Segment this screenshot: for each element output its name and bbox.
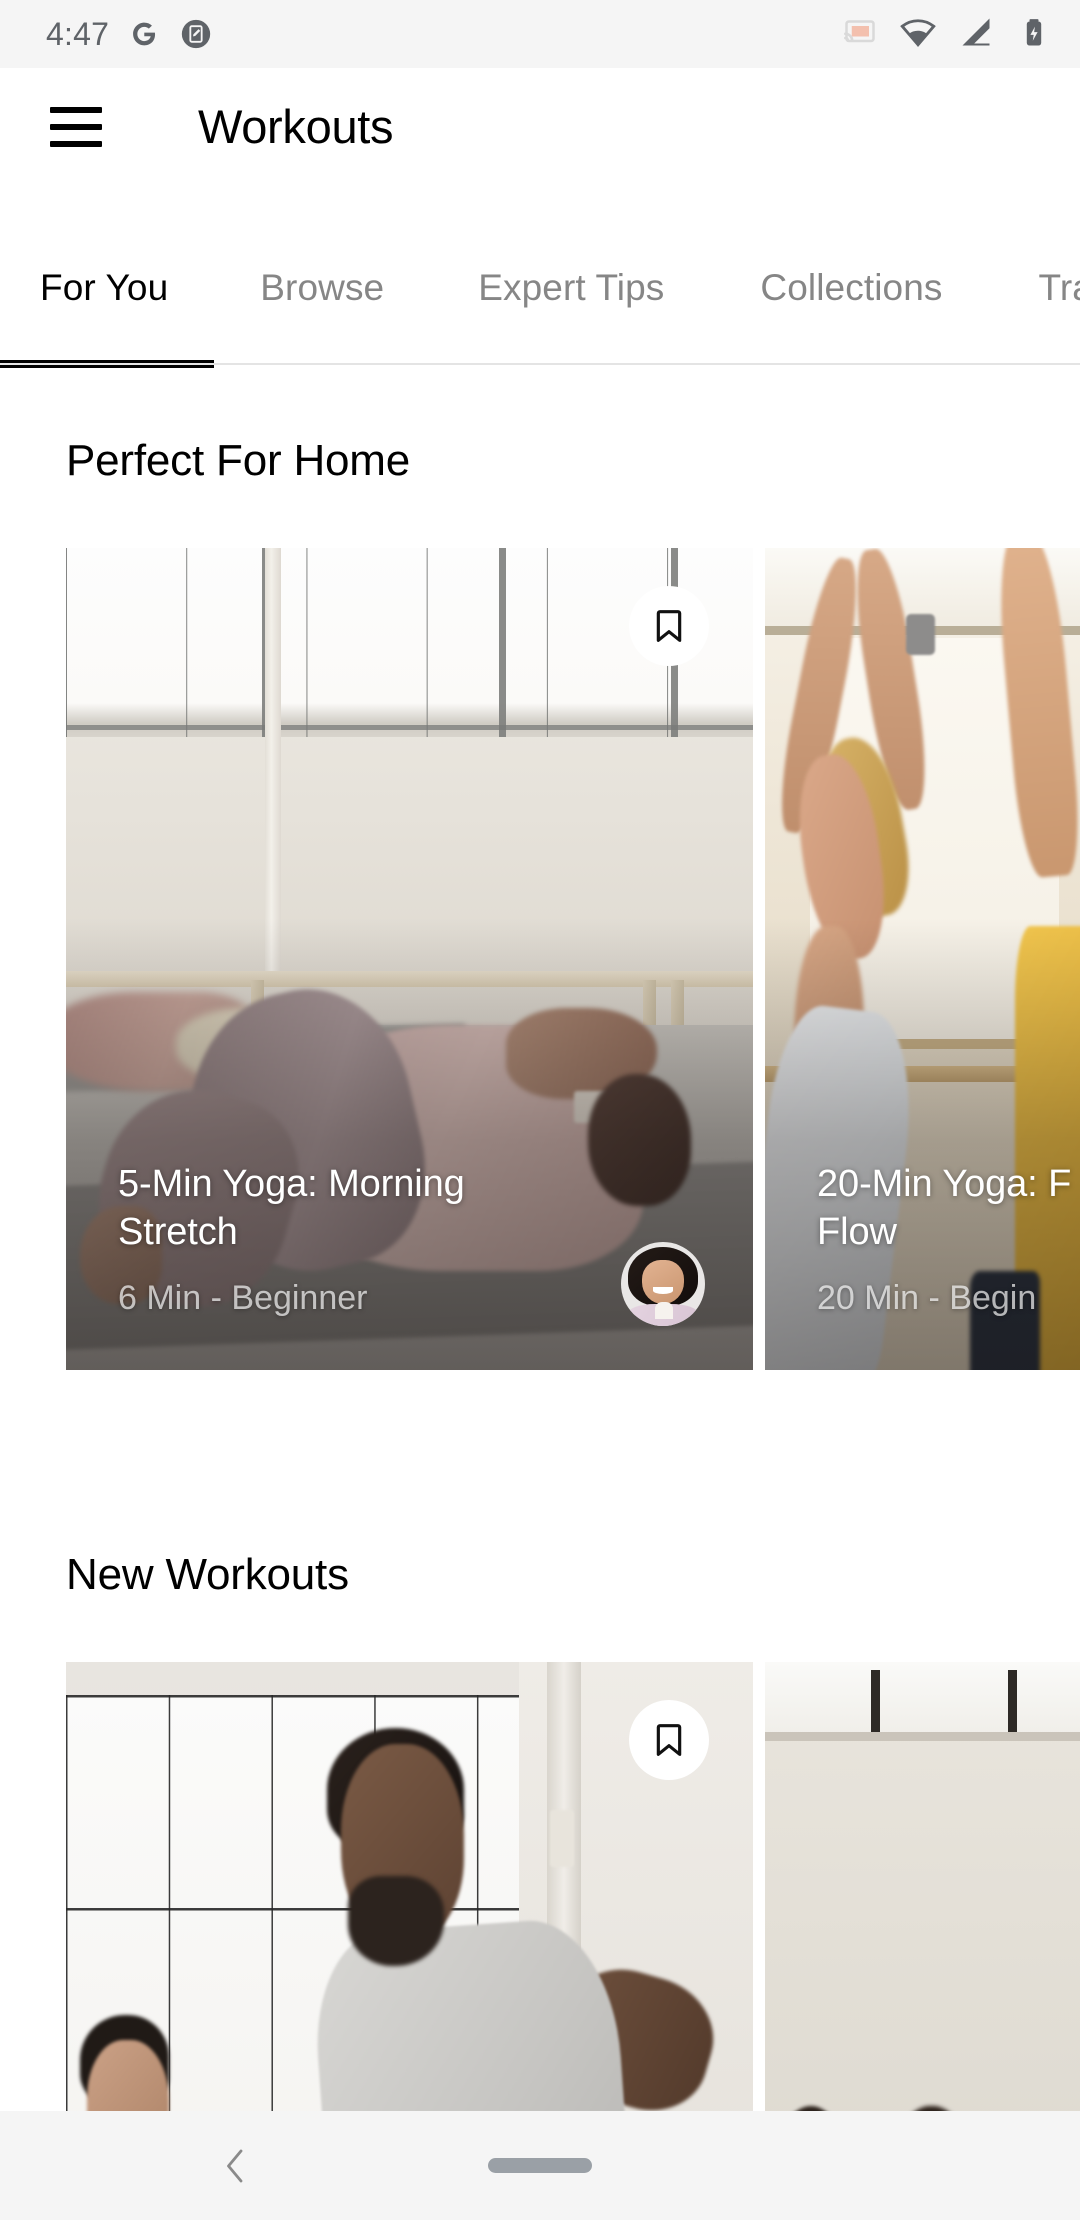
tab-label: Expert Tips bbox=[478, 267, 665, 308]
page-title: Workouts bbox=[198, 100, 394, 153]
workout-meta: 6 Min - Beginner bbox=[118, 1279, 368, 1317]
workout-card[interactable] bbox=[765, 1662, 1080, 2111]
bookmark-icon[interactable] bbox=[629, 1700, 709, 1780]
hamburger-line bbox=[50, 106, 102, 113]
tab-strip: For You Browse Expert Tips Collections Train… bbox=[0, 185, 1080, 368]
workout-card[interactable]: 20-Min Yoga: F Flow 20 Min - Begin bbox=[765, 548, 1080, 1370]
hamburger-line bbox=[50, 140, 102, 147]
workout-card-text: 5-Min Yoga: Morning Stretch 6 Min - Begi… bbox=[118, 1160, 701, 1318]
google-icon bbox=[127, 17, 161, 51]
app-bar: Workouts bbox=[0, 68, 1080, 185]
tab-browse[interactable]: Browse bbox=[214, 185, 430, 368]
tab-for-you[interactable]: For You bbox=[0, 185, 215, 368]
tab-trainers[interactable]: Trainers bbox=[991, 185, 1080, 368]
wifi-icon bbox=[900, 14, 936, 55]
cellular-signal-icon bbox=[958, 14, 994, 55]
system-navigation-bar bbox=[0, 2111, 1080, 2220]
card-carousel[interactable]: 5-Min Yoga: Morning Stretch 6 Min - Begi… bbox=[0, 548, 1080, 1370]
workout-title: 5-Min Yoga: Morning Stretch bbox=[118, 1162, 465, 1254]
status-bar-right bbox=[842, 14, 1052, 55]
tab-label: Browse bbox=[260, 267, 385, 308]
tab-label: For You bbox=[40, 267, 169, 308]
tab-bar[interactable]: For You Browse Expert Tips Collections Train… bbox=[0, 185, 1080, 368]
status-bar-left: 4:47 bbox=[46, 16, 213, 53]
cast-icon bbox=[842, 14, 878, 55]
hamburger-line bbox=[50, 123, 102, 130]
workout-card[interactable] bbox=[66, 1662, 753, 2111]
bookmark-glyph bbox=[656, 1724, 682, 1756]
card-carousel[interactable] bbox=[0, 1662, 1080, 2111]
bookmark-glyph bbox=[656, 610, 682, 642]
tab-collections[interactable]: Collections bbox=[712, 185, 990, 368]
section-new-workouts: New Workouts bbox=[0, 1370, 1080, 2111]
workout-card-text: 20-Min Yoga: F Flow 20 Min - Begin bbox=[817, 1160, 1080, 1318]
tab-label: Collections bbox=[760, 267, 943, 308]
battery-charging-icon bbox=[1016, 14, 1052, 55]
workout-title: 20-Min Yoga: F Flow bbox=[817, 1162, 1072, 1254]
trainer-avatar[interactable] bbox=[621, 1242, 705, 1326]
tab-expert-tips[interactable]: Expert Tips bbox=[430, 185, 712, 368]
keep-note-icon bbox=[179, 17, 213, 51]
section-title: Perfect For Home bbox=[66, 436, 411, 485]
hamburger-menu-icon[interactable] bbox=[50, 106, 102, 147]
back-chevron-icon[interactable] bbox=[216, 2140, 256, 2192]
tab-bar-divider bbox=[0, 363, 1080, 365]
section-perfect-for-home: Perfect For Home 5-Min Yoga: Morning Str… bbox=[0, 368, 1080, 1370]
section-title: New Workouts bbox=[66, 1550, 349, 1599]
workout-thumbnail bbox=[765, 1662, 1080, 2111]
home-gesture-pill[interactable] bbox=[488, 2158, 592, 2173]
bookmark-icon[interactable] bbox=[629, 586, 709, 666]
workout-meta: 20 Min - Begin bbox=[817, 1279, 1037, 1317]
workout-card[interactable]: 5-Min Yoga: Morning Stretch 6 Min - Begi… bbox=[66, 548, 753, 1370]
tab-label: Trainers bbox=[1038, 267, 1080, 308]
status-time: 4:47 bbox=[46, 15, 110, 52]
status-bar: 4:47 bbox=[0, 0, 1080, 68]
content-scroll-area[interactable]: Perfect For Home 5-Min Yoga: Morning Str… bbox=[0, 368, 1080, 2111]
